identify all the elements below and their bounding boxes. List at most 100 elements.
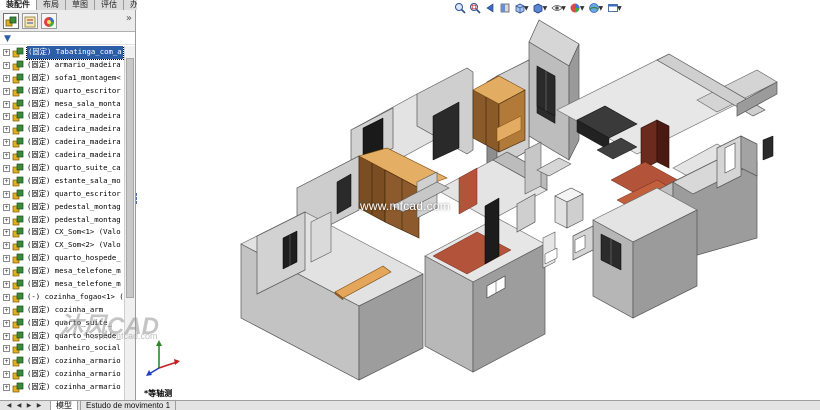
tree-item-label: (固定) cadeira_madeira	[27, 137, 121, 147]
expand-icon[interactable]: +	[3, 87, 10, 95]
tree-item[interactable]: + (固定) cozinha_armario	[0, 368, 124, 381]
tree-item[interactable]: + (固定) pedestal_montag	[0, 201, 124, 214]
expand-icon[interactable]: +	[3, 152, 10, 160]
tree-item[interactable]: + (固定) quarto_suite_ca	[0, 162, 124, 175]
expand-icon[interactable]: +	[3, 306, 10, 314]
expand-icon[interactable]: +	[3, 216, 10, 224]
expand-icon[interactable]: +	[3, 49, 10, 56]
expand-icon[interactable]: +	[3, 113, 10, 121]
tree-item[interactable]: + (固定) cadeira_madeira	[0, 149, 124, 162]
tree-item-label: (固定) pedestal_montag	[27, 214, 121, 224]
expand-icon[interactable]: +	[3, 229, 10, 237]
tree-item[interactable]: + (固定) mesa_telefone_m	[0, 278, 124, 291]
tree-item-label: (固定) banheiro_social	[27, 343, 121, 353]
subassembly-icon	[12, 137, 24, 148]
feature-manager-panel: » ▼ + (固定) Tabatinga_com_a + (固定) armario_m…	[0, 10, 136, 400]
house-assembly-model[interactable]	[137, 0, 820, 400]
tree-item-label: (固定) armario_madeira	[27, 59, 121, 69]
expand-icon[interactable]: +	[3, 61, 10, 69]
subassembly-icon	[12, 344, 24, 354]
tree-item[interactable]: + (固定) cozinha_armario	[0, 381, 124, 394]
expand-icon[interactable]: +	[3, 100, 10, 108]
tree-scrollbar[interactable]	[124, 46, 135, 400]
tree-item[interactable]: + (固定) mesa_sala_monta	[0, 98, 124, 111]
expand-icon[interactable]: +	[3, 74, 10, 82]
display-manager-icon	[44, 17, 54, 27]
subassembly-icon	[12, 112, 24, 122]
expand-icon[interactable]: +	[3, 203, 10, 211]
tree-item[interactable]: + (固定) estante_sala_mo	[0, 175, 124, 188]
tree-scrollbar-thumb[interactable]	[126, 58, 134, 298]
expand-icon[interactable]: +	[3, 255, 10, 263]
subassembly-icon	[12, 241, 24, 251]
tab-navigation: ◀ ◀ ▶ ▶	[4, 402, 44, 410]
tree-item[interactable]: + (固定) pedestal_montag	[0, 214, 124, 227]
subassembly-icon	[12, 279, 24, 290]
tree-item[interactable]: + (固定) armario_madeira	[0, 59, 124, 72]
prev-tab-icon[interactable]: ◀	[14, 402, 24, 410]
tree-item-label: (固定) cadeira_madeira	[27, 124, 121, 134]
expand-icon[interactable]: +	[3, 332, 10, 340]
subassembly-icon	[12, 228, 24, 238]
tree-item[interactable]: + (固定) mesa_telefone_m	[0, 265, 124, 278]
property-manager-tab[interactable]	[22, 13, 38, 29]
tree-item-label: (固定) quarto_escritor	[27, 188, 121, 198]
expand-icon[interactable]: +	[3, 281, 10, 289]
view-orientation-label: *等轴测	[144, 389, 173, 398]
subassembly-icon	[12, 150, 24, 161]
tree-item[interactable]: + (固定) banheiro_social	[0, 342, 124, 355]
expand-icon[interactable]: +	[3, 177, 10, 185]
tab-motion-study[interactable]: Estudo de movimento 1	[80, 401, 177, 410]
expand-icon[interactable]: +	[3, 190, 10, 198]
next-tab-icon[interactable]: ▶	[24, 402, 34, 410]
expand-icon[interactable]: +	[3, 268, 10, 276]
subassembly-icon	[12, 73, 24, 84]
tab-model[interactable]: 模型	[50, 401, 78, 410]
graphics-area[interactable]: ▼ ▼ ▼ ▼ ▼ ▼ www.mfcad.com 沐风CAD www.mfca…	[59, 0, 820, 400]
filter-icon[interactable]: ▼	[4, 34, 11, 44]
subassembly-icon	[12, 369, 24, 380]
expand-icon[interactable]: +	[3, 139, 10, 147]
expand-icon[interactable]: +	[3, 165, 10, 173]
expand-icon[interactable]: +	[3, 126, 10, 134]
tree-item-label: (固定) cadeira_madeira	[27, 111, 121, 121]
expand-icon[interactable]: +	[3, 319, 10, 327]
expand-icon[interactable]: +	[3, 371, 10, 379]
tree-item[interactable]: + (固定) quarto_escritor	[0, 188, 124, 201]
more-tabs-button[interactable]: »	[126, 13, 132, 24]
tree-item[interactable]: + (固定) sofa1_montagem<	[0, 72, 124, 85]
subassembly-icon	[12, 176, 24, 187]
tree-item[interactable]: + (固定) cadeira_madeira	[0, 123, 124, 136]
feature-tree: + (固定) Tabatinga_com_a + (固定) armario_madei…	[0, 46, 124, 400]
tree-item[interactable]: + (固定) quarto_escritor	[0, 85, 124, 98]
expand-icon[interactable]: +	[3, 345, 10, 353]
expand-icon[interactable]: +	[3, 242, 10, 250]
feature-filter-row: ▼	[0, 33, 135, 45]
reference-triad-icon	[146, 340, 180, 376]
feature-manager-tree-tab[interactable]	[3, 13, 19, 29]
tree-item-label: (固定) mesa_telefone_m	[27, 266, 121, 276]
subassembly-icon	[12, 47, 24, 58]
tree-item[interactable]: + (固定) Tabatinga_com_a	[0, 46, 124, 60]
last-tab-icon[interactable]: ▶	[34, 402, 44, 410]
tree-item[interactable]: + (固定) CX_Som<2> (Valo	[0, 239, 124, 252]
expand-icon[interactable]: +	[3, 384, 10, 392]
tree-item[interactable]: + (-) cozinha_fogao<1> (	[0, 291, 124, 304]
tab-sketch[interactable]: 草图	[66, 0, 95, 10]
tree-item[interactable]: + (固定) cozinha_armario	[0, 355, 124, 368]
expand-icon[interactable]: +	[3, 358, 10, 366]
tab-assembly[interactable]: 装配件	[0, 0, 37, 10]
tree-item[interactable]: + (固定) quarto_hospede_	[0, 252, 124, 265]
tree-item-label: (固定) quarto_hospede_	[27, 253, 121, 263]
tab-evaluate[interactable]: 评估	[95, 0, 124, 10]
tree-item-label: (固定) mesa_sala_monta	[27, 98, 121, 108]
tree-item[interactable]: + (固定) cadeira_madeira	[0, 136, 124, 149]
tab-layout[interactable]: 布局	[37, 0, 66, 10]
tree-item[interactable]: + (固定) CX_Som<1> (Valo	[0, 226, 124, 239]
tree-item[interactable]: + (固定) cadeira_madeira	[0, 110, 124, 123]
tree-item-label: (固定) pedestal_montag	[27, 201, 121, 211]
display-manager-tab[interactable]	[41, 13, 57, 29]
solidworks-window: 装配件 布局 草图 评估 办公室产品	[0, 0, 820, 410]
first-tab-icon[interactable]: ◀	[4, 402, 14, 410]
expand-icon[interactable]: +	[3, 293, 10, 301]
